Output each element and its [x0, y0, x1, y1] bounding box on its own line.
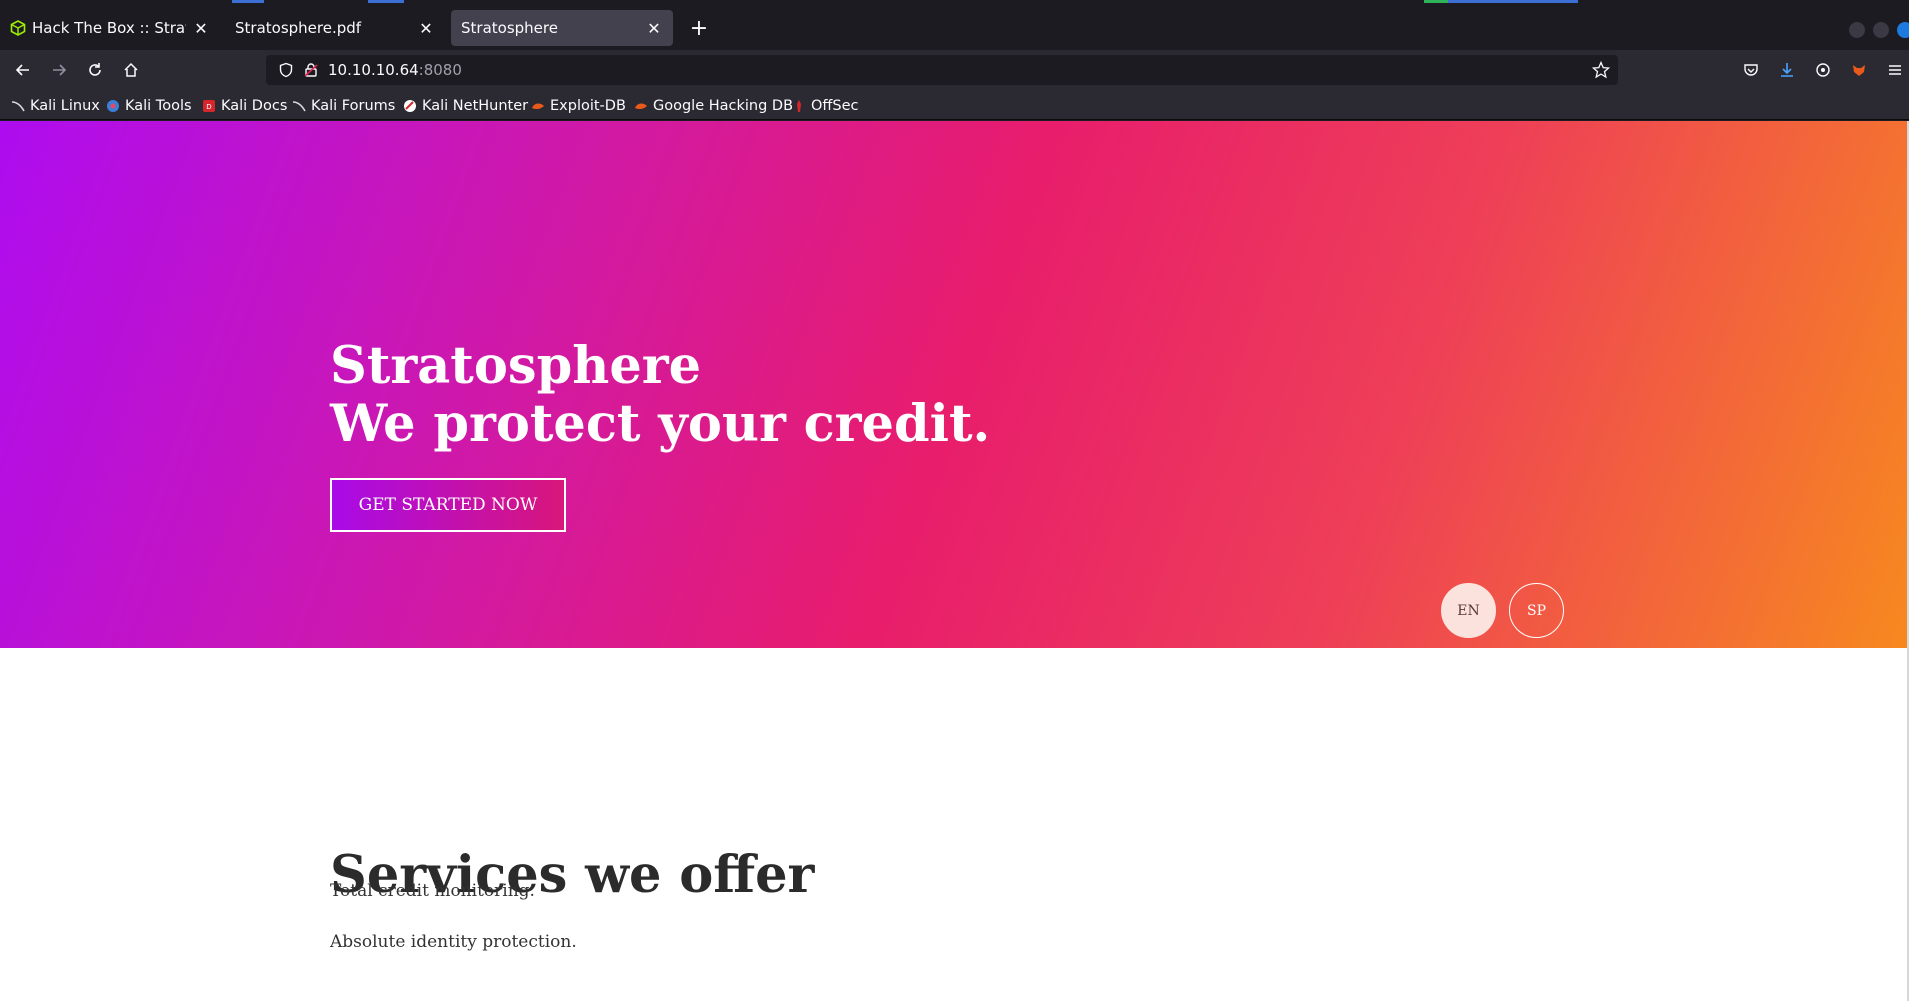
home-icon[interactable]	[119, 58, 143, 82]
kali-tools-icon	[107, 100, 119, 112]
reload-icon[interactable]	[83, 58, 107, 82]
bookmark-kali-docs[interactable]: D Kali Docs	[202, 96, 287, 116]
bookmark-google-hacking-db[interactable]: Google Hacking DB	[634, 96, 793, 116]
tab-title: Stratosphere	[461, 19, 558, 37]
bookmark-kali-nethunter[interactable]: Kali NetHunter	[403, 96, 528, 116]
insecure-lock-icon[interactable]	[303, 62, 319, 78]
url-text: 10.10.10.64:8080	[328, 61, 462, 79]
navigation-bar: 10.10.10.64:8080	[0, 50, 1909, 90]
bookmarks-bar: Kali Linux Kali Tools D Kali Docs Kali F…	[0, 90, 1909, 120]
kali-dragon-icon	[11, 101, 25, 112]
kali-dragon-icon	[292, 101, 306, 112]
taskbar-indicator	[1448, 0, 1578, 3]
web-page: Stratosphere We protect your credit. GET…	[0, 121, 1909, 1005]
close-icon[interactable]: ✕	[417, 19, 435, 38]
extensions-icon[interactable]	[1811, 58, 1835, 82]
bookmark-kali-tools[interactable]: Kali Tools	[106, 96, 192, 116]
browser-chrome: Hack The Box :: Stratosphere ✕ Stratosph…	[0, 0, 1909, 121]
shield-icon[interactable]	[278, 62, 294, 78]
offsec-icon	[797, 100, 801, 112]
new-tab-button[interactable]: +	[685, 14, 713, 42]
ghdb-icon	[635, 103, 647, 110]
bookmark-label: OffSec	[811, 98, 859, 114]
bookmark-label: Kali Tools	[125, 98, 192, 114]
bookmark-exploit-db[interactable]: Exploit-DB	[531, 96, 626, 116]
taskbar-indicator	[232, 0, 264, 3]
taskbar-indicator	[1424, 0, 1448, 3]
foxyproxy-icon[interactable]	[1847, 58, 1871, 82]
tab-bar: Hack The Box :: Stratosphere ✕ Stratosph…	[0, 4, 1909, 50]
bookmark-kali-linux[interactable]: Kali Linux	[11, 96, 100, 116]
bookmark-label: Kali NetHunter	[422, 98, 529, 114]
exploit-db-icon	[532, 103, 544, 110]
bookmark-label: Kali Forums	[311, 98, 396, 114]
nethunter-icon	[404, 100, 416, 112]
tab-title: Hack The Box :: Stratosphere	[32, 19, 186, 37]
hackthebox-icon	[10, 20, 26, 36]
close-window-button[interactable]	[1897, 22, 1909, 38]
bookmark-kali-forums[interactable]: Kali Forums	[292, 96, 395, 116]
pocket-icon[interactable]	[1739, 58, 1763, 82]
download-icon[interactable]	[1775, 58, 1799, 82]
tab-htb[interactable]: Hack The Box :: Stratosphere ✕	[0, 10, 220, 46]
service-item: Total credit monitoring.	[330, 881, 535, 901]
menu-icon[interactable]	[1883, 58, 1907, 82]
bookmark-offsec[interactable]: OffSec	[792, 96, 859, 116]
language-en-button[interactable]: EN	[1441, 583, 1496, 638]
tab-title: Stratosphere.pdf	[235, 19, 362, 37]
tab-stratosphere[interactable]: Stratosphere ✕	[451, 10, 673, 46]
minimize-button[interactable]	[1849, 22, 1865, 38]
kali-docs-icon: D	[203, 100, 215, 112]
bookmark-star-icon[interactable]	[1592, 61, 1610, 79]
bookmark-label: Kali Linux	[30, 98, 100, 114]
bookmark-label: Kali Docs	[221, 98, 288, 114]
service-item: Absolute identity protection.	[330, 932, 577, 952]
close-icon[interactable]: ✕	[645, 19, 663, 38]
bookmark-label: Google Hacking DB	[653, 98, 794, 114]
hero-section: Stratosphere We protect your credit. GET…	[0, 121, 1909, 648]
address-bar[interactable]: 10.10.10.64:8080	[266, 55, 1618, 85]
tab-pdf[interactable]: Stratosphere.pdf ✕	[225, 10, 445, 46]
hero-title-line2: We protect your credit.	[330, 394, 991, 454]
url-port: :8080	[418, 61, 462, 79]
maximize-button[interactable]	[1873, 22, 1889, 38]
url-host: 10.10.10.64	[328, 61, 419, 79]
svg-text:D: D	[206, 103, 211, 111]
language-sp-button[interactable]: SP	[1509, 583, 1564, 638]
bookmark-label: Exploit-DB	[550, 98, 626, 114]
taskbar-indicator	[368, 0, 404, 3]
close-icon[interactable]: ✕	[192, 19, 210, 38]
back-arrow-icon[interactable]	[11, 58, 35, 82]
hero-title-line1: Stratosphere	[330, 336, 702, 396]
get-started-button[interactable]: GET STARTED NOW	[330, 478, 566, 532]
forward-arrow-icon[interactable]	[47, 58, 71, 82]
hero-title: Stratosphere We protect your credit.	[330, 337, 990, 453]
